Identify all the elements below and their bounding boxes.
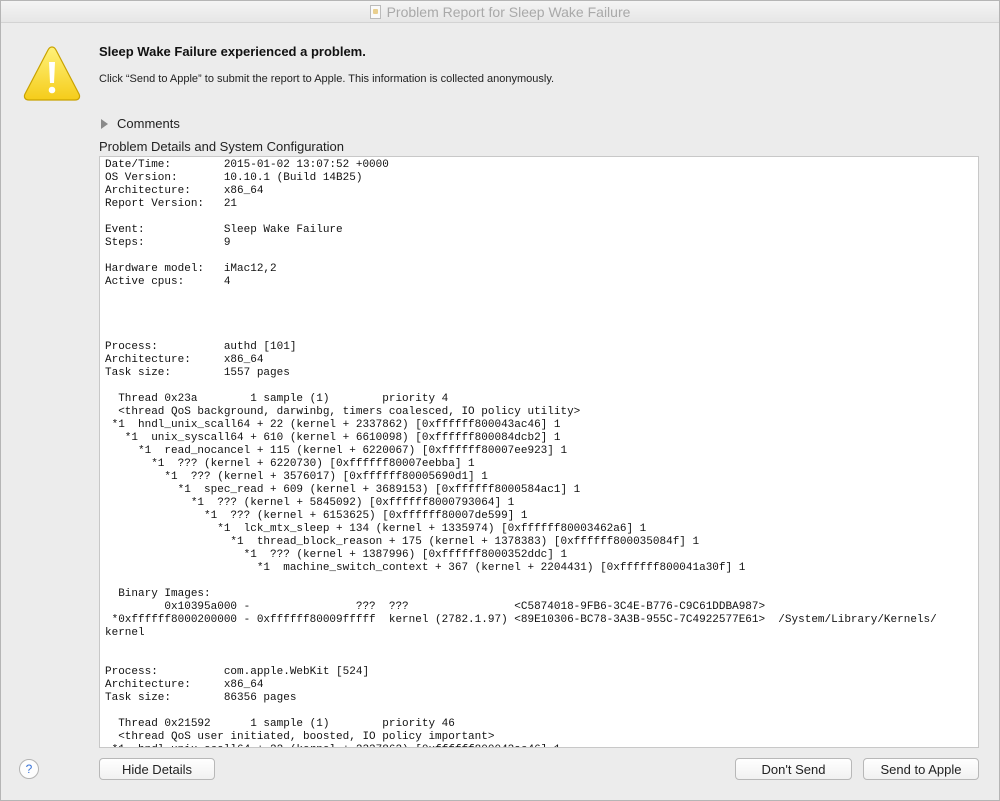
report-line: Date/Time: 2015-01-02 13:07:52 +0000: [105, 159, 389, 171]
report-line: Steps: 9: [105, 237, 231, 249]
report-line: *1 machine_switch_context + 367 (kernel …: [105, 562, 746, 574]
hide-details-button[interactable]: Hide Details: [99, 758, 215, 780]
warning-icon: [23, 46, 81, 101]
report-line: *1 lck_mtx_sleep + 134 (kernel + 1335974…: [105, 523, 647, 535]
problem-report-window: Problem Report for Sleep Wake Failure Sl…: [0, 0, 1000, 801]
report-line: *1 hndl_unix_scall64 + 22 (kernel + 2337…: [105, 744, 561, 747]
disclosure-triangle-icon[interactable]: [101, 118, 108, 129]
problem-subtext: Click “Send to Apple” to submit the repo…: [99, 73, 555, 85]
report-line: Binary Images:: [105, 588, 211, 600]
report-line: Thread 0x21592 1 sample (1) priority 46: [105, 718, 455, 730]
report-line: OS Version: 10.10.1 (Build 14B25): [105, 172, 363, 184]
report-line: *1 ??? (kernel + 5845092) [0xffffff80007…: [105, 497, 515, 509]
report-line: Architecture: x86_64: [105, 354, 264, 366]
report-line: Report Version: 21: [105, 198, 238, 210]
report-text-area[interactable]: Date/Time: 2015-01-02 13:07:52 +0000 OS …: [99, 156, 979, 748]
help-icon: ?: [25, 762, 33, 776]
report-line: *1 ??? (kernel + 6220730) [0xffffff80007…: [105, 458, 475, 470]
report-line: Architecture: x86_64: [105, 679, 264, 691]
help-button[interactable]: ?: [19, 759, 39, 779]
report-line: 0x10395a000 - ??? ??? <C5874018-9FB6-3C4…: [105, 601, 766, 613]
report-line: <thread QoS user initiated, boosted, IO …: [105, 731, 495, 743]
report-line: *1 spec_read + 609 (kernel + 3689153) [0…: [105, 484, 581, 496]
problem-heading: Sleep Wake Failure experienced a problem…: [99, 44, 366, 59]
report-line: *1 ??? (kernel + 3576017) [0xffffff80005…: [105, 471, 488, 483]
report-line: *1 thread_block_reason + 175 (kernel + 1…: [105, 536, 700, 548]
report-line: *1 ??? (kernel + 1387996) [0xffffff80003…: [105, 549, 568, 561]
report-line: *1 ??? (kernel + 6153625) [0xffffff80007…: [105, 510, 528, 522]
report-line: *1 unix_syscall64 + 610 (kernel + 661009…: [105, 432, 561, 444]
window-title: Problem Report for Sleep Wake Failure: [386, 3, 631, 20]
details-section-label: Problem Details and System Configuration: [99, 139, 344, 154]
report-text: Date/Time: 2015-01-02 13:07:52 +0000 OS …: [100, 157, 978, 747]
send-to-apple-button[interactable]: Send to Apple: [863, 758, 979, 780]
report-line: *1 hndl_unix_scall64 + 22 (kernel + 2337…: [105, 419, 561, 431]
report-line: *1 read_nocancel + 115 (kernel + 6220067…: [105, 445, 568, 457]
report-line: Task size: 86356 pages: [105, 692, 297, 704]
dont-send-button[interactable]: Don't Send: [735, 758, 852, 780]
document-icon: [369, 4, 381, 19]
report-line: Active cpus: 4: [105, 276, 231, 288]
report-line: Process: authd [101]: [105, 341, 297, 353]
report-line: Thread 0x23a 1 sample (1) priority 4: [105, 393, 449, 405]
report-line: Process: com.apple.WebKit [524]: [105, 666, 370, 678]
title-bar: Problem Report for Sleep Wake Failure: [1, 1, 999, 23]
report-line: Architecture: x86_64: [105, 185, 264, 197]
report-line: <thread QoS background, darwinbg, timers…: [105, 406, 581, 418]
report-line: *0xffffff8000200000 - 0xffffff80009fffff…: [105, 614, 937, 626]
report-line: Task size: 1557 pages: [105, 367, 290, 379]
report-line: kernel: [105, 627, 145, 639]
report-line: Hardware model: iMac12,2: [105, 263, 277, 275]
scrollbar[interactable]: [972, 157, 978, 747]
comments-disclosure[interactable]: Comments: [101, 116, 180, 131]
report-line: Event: Sleep Wake Failure: [105, 224, 343, 236]
comments-label: Comments: [117, 116, 180, 131]
